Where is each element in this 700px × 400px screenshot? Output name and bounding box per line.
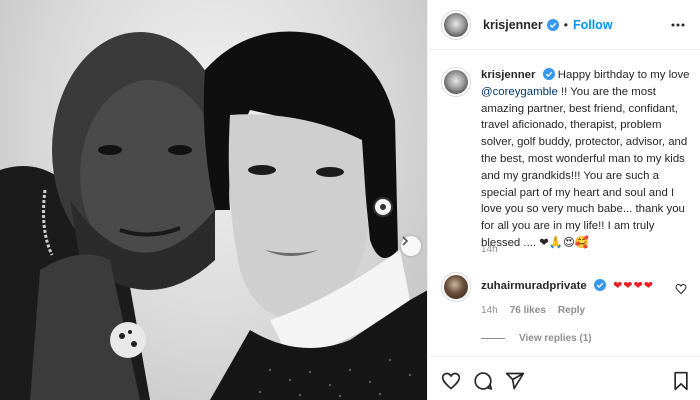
comment-text: zuhairmuradprivate ❤❤❤❤ <box>481 279 654 302</box>
comment-hearts: ❤❤❤❤ <box>613 280 654 292</box>
author-avatar[interactable] <box>441 9 471 40</box>
view-replies-button[interactable]: View replies (1) <box>481 333 592 344</box>
caption-author-avatar[interactable] <box>441 67 471 97</box>
couple-portrait-image <box>0 31 427 400</box>
caption-block: krisjenner Happy birthday to my love @co… <box>441 67 693 252</box>
comment-icon[interactable] <box>473 371 493 396</box>
post-photo[interactable] <box>0 0 428 400</box>
action-bar <box>429 356 700 400</box>
verified-badge-icon <box>542 68 555 80</box>
caption-timestamp[interactable]: 14h <box>481 244 498 255</box>
reply-button[interactable]: Reply <box>558 305 585 316</box>
mention-link[interactable]: @coreygamble <box>481 86 558 98</box>
follow-button[interactable]: Follow <box>573 18 613 32</box>
caption-username[interactable]: krisjenner <box>481 69 535 81</box>
share-icon[interactable] <box>505 371 525 396</box>
comment-like-heart-icon[interactable] <box>675 282 687 300</box>
post-header: krisjenner • Follow <box>429 0 700 50</box>
bookmark-icon[interactable] <box>671 371 691 396</box>
commenter-username[interactable]: zuhairmuradprivate <box>481 280 587 292</box>
chevron-right-icon <box>402 236 409 246</box>
replies-divider-line <box>481 338 505 339</box>
comment-likes-count[interactable]: 76 likes <box>510 305 546 316</box>
caption-emojis: ❤🙏😍🥰 <box>539 236 590 249</box>
comment-timestamp[interactable]: 14h <box>481 305 498 316</box>
next-photo-button[interactable] <box>401 236 421 256</box>
view-replies-label: View replies (1) <box>519 333 592 344</box>
verified-badge-icon <box>593 279 606 291</box>
caption-body-rest: !! You are the most amazing partner, bes… <box>481 85 688 249</box>
separator-dot: • <box>563 17 568 32</box>
post-sidebar: krisjenner • Follow krisjenner Happy bir… <box>429 0 700 400</box>
comment-meta: 14h 76 likes Reply <box>481 305 585 316</box>
comment-item: zuhairmuradprivate ❤❤❤❤ <box>441 272 693 302</box>
verified-badge-icon <box>546 18 559 31</box>
author-username[interactable]: krisjenner <box>483 18 543 32</box>
more-options-icon[interactable] <box>670 17 686 38</box>
commenter-avatar[interactable] <box>441 272 471 302</box>
caption-body: Happy birthday to my love <box>557 69 690 81</box>
caption-text: krisjenner Happy birthday to my love @co… <box>481 67 693 252</box>
heart-icon[interactable] <box>441 371 461 396</box>
